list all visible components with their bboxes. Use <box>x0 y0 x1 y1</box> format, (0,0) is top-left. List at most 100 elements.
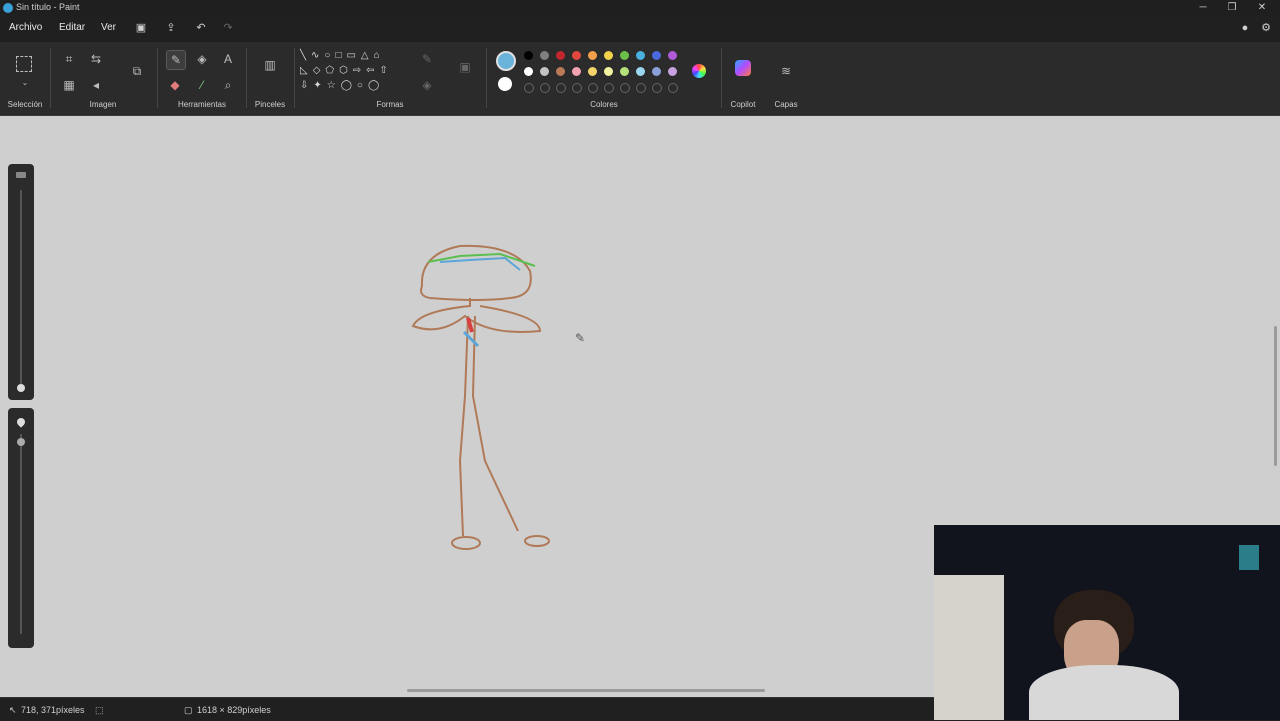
palette-color-swatch[interactable] <box>556 51 565 60</box>
ribbon-divider <box>50 48 51 108</box>
drawing-head <box>420 244 532 301</box>
custom-color-slot[interactable] <box>572 83 582 93</box>
palette-color-swatch[interactable] <box>540 51 549 60</box>
shape-fill-icon[interactable]: ◈ <box>418 76 436 94</box>
size-icon <box>16 172 26 178</box>
ribbon-divider <box>246 48 247 108</box>
pencil-cursor-icon: ✎ <box>575 331 586 345</box>
background-removal-icon[interactable]: ▦ <box>60 76 78 94</box>
stick-figure-drawing <box>411 244 550 550</box>
settings-gear-icon[interactable]: ⚙ <box>1259 21 1273 35</box>
palette-color-swatch[interactable] <box>588 67 597 76</box>
palette-color-swatch[interactable] <box>604 51 613 60</box>
minimize-button[interactable]: ─ <box>1196 1 1210 15</box>
custom-color-slot[interactable] <box>604 83 614 93</box>
palette-color-swatch[interactable] <box>572 67 581 76</box>
paint-app-icon <box>3 3 13 13</box>
palette-color-swatch[interactable] <box>636 51 645 60</box>
custom-color-slot[interactable] <box>524 83 534 93</box>
fill-bucket-icon[interactable]: ◈ <box>193 50 211 68</box>
outline-icon[interactable]: ✎ <box>418 50 436 68</box>
palette-color-swatch[interactable] <box>540 67 549 76</box>
vertical-scroll-thumb[interactable] <box>1274 326 1277 466</box>
group-label-layers: Capas <box>774 100 798 109</box>
share-icon[interactable]: ⇪ <box>164 21 178 35</box>
palette-color-swatch[interactable] <box>604 67 613 76</box>
shapes-gallery[interactable]: ╲∿○□▭△⌂ ◺◇⬠⬡⇨⇦⇧ ⇩✦☆◯○◯ <box>300 48 410 96</box>
canvas-size-icon: ▢ <box>184 705 193 715</box>
image-select-icon[interactable]: ⧉ <box>128 62 146 80</box>
palette-color-swatch[interactable] <box>572 51 581 60</box>
webcam-overlay <box>934 525 1280 720</box>
title-bar: Sin título - Paint ─ ❐ ✕ <box>0 0 1280 16</box>
drawing-right-foot <box>524 535 550 547</box>
redo-icon[interactable]: ↷ <box>221 21 235 35</box>
menu-file[interactable]: Archivo <box>9 22 42 33</box>
palette-color-swatch[interactable] <box>620 51 629 60</box>
pencil-icon[interactable]: ✎ <box>166 50 186 70</box>
palette-color-swatch[interactable] <box>652 67 661 76</box>
slider-track <box>20 434 22 634</box>
custom-color-slot[interactable] <box>636 83 646 93</box>
webcam-background-light <box>1239 545 1259 570</box>
custom-color-slot[interactable] <box>556 83 566 93</box>
menu-edit[interactable]: Editar <box>59 22 85 33</box>
shapes-row-2[interactable]: ◺◇⬠⬡⇨⇦⇧ <box>300 63 410 78</box>
ribbon-divider <box>721 48 722 108</box>
palette-color-swatch[interactable] <box>524 67 533 76</box>
slider-thumb[interactable] <box>17 438 25 446</box>
opacity-slider[interactable] <box>8 408 34 648</box>
drawing-blue-hat <box>439 256 521 271</box>
fill-icon[interactable]: ▣ <box>456 58 474 76</box>
save-icon[interactable]: ▣ <box>134 21 148 35</box>
slider-track <box>20 190 22 386</box>
webcam-person-shirt <box>1029 665 1179 720</box>
eraser-icon[interactable]: ◆ <box>166 76 184 94</box>
group-label-selection: Selección <box>7 100 43 109</box>
custom-color-slot[interactable] <box>540 83 550 93</box>
custom-color-slot[interactable] <box>620 83 630 93</box>
rotate-icon[interactable]: ◂ <box>87 76 105 94</box>
menu-view[interactable]: Ver <box>101 22 116 33</box>
undo-icon[interactable]: ↶ <box>194 21 208 35</box>
color-picker-icon[interactable]: ⁄ <box>193 76 211 94</box>
layers-icon[interactable]: ≋ <box>777 62 795 80</box>
palette-color-swatch[interactable] <box>668 67 677 76</box>
text-icon[interactable]: A <box>219 50 237 68</box>
custom-color-slot[interactable] <box>668 83 678 93</box>
drawing-arms <box>411 298 542 333</box>
group-label-colors: Colores <box>590 100 618 109</box>
crop-icon[interactable]: ⌗ <box>60 50 78 68</box>
palette-color-swatch[interactable] <box>620 67 629 76</box>
slider-thumb[interactable] <box>17 384 25 392</box>
brush-size-slider[interactable] <box>8 164 34 400</box>
palette-color-swatch[interactable] <box>524 51 533 60</box>
palette-color-swatch[interactable] <box>588 51 597 60</box>
magnifier-icon[interactable]: ⌕ <box>219 76 237 94</box>
group-label-shapes: Formas <box>376 100 404 109</box>
menu-bar: Archivo Editar Ver ▣ ⇪ ↶ ↷ ● ⚙ <box>0 16 1280 42</box>
ribbon-divider <box>294 48 295 108</box>
palette-color-swatch[interactable] <box>668 51 677 60</box>
shapes-row-1[interactable]: ╲∿○□▭△⌂ <box>300 48 410 63</box>
ribbon-toolbar: ⌄ Selección ⌗ ⇆ ⧉ ▦ ◂ Imagen ✎ ◈ A ◆ ⁄ ⌕… <box>0 42 1280 116</box>
resize-icon[interactable]: ⇆ <box>87 50 105 68</box>
selection-rectangle-icon[interactable] <box>16 56 32 72</box>
account-icon[interactable]: ● <box>1238 21 1252 35</box>
horizontal-scroll-thumb[interactable] <box>407 689 765 692</box>
window-title: Sin título - Paint <box>16 2 80 12</box>
shapes-row-3[interactable]: ⇩✦☆◯○◯ <box>300 78 410 93</box>
palette-color-swatch[interactable] <box>636 67 645 76</box>
edit-colors-icon[interactable] <box>692 64 706 78</box>
restore-button[interactable]: ❐ <box>1225 1 1239 15</box>
active-color-swatch[interactable] <box>496 51 516 71</box>
palette-color-swatch[interactable] <box>556 67 565 76</box>
secondary-color-swatch[interactable] <box>498 77 512 91</box>
close-button[interactable]: ✕ <box>1255 1 1269 15</box>
brush-icon[interactable]: ▥ <box>261 56 279 74</box>
custom-color-slot[interactable] <box>588 83 598 93</box>
chevron-down-icon[interactable]: ⌄ <box>16 74 34 92</box>
palette-color-swatch[interactable] <box>652 51 661 60</box>
copilot-icon[interactable] <box>735 60 751 76</box>
custom-color-slot[interactable] <box>652 83 662 93</box>
